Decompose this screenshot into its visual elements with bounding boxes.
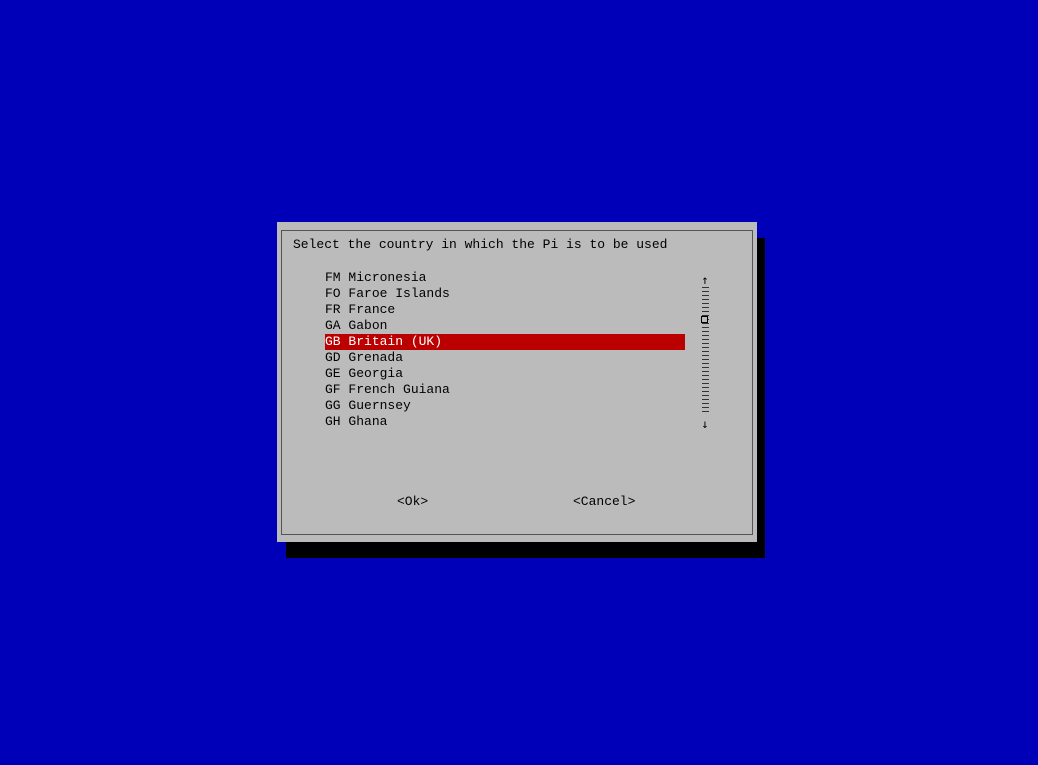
- menu-item[interactable]: FM Micronesia: [325, 270, 685, 286]
- scroll-thumb[interactable]: [701, 316, 708, 323]
- scroll-down-arrow-icon[interactable]: ↓: [699, 416, 711, 432]
- country-name: Georgia: [348, 366, 404, 381]
- scroll-track[interactable]: [702, 287, 709, 413]
- menu-item[interactable]: FO Faroe Islands: [325, 286, 685, 302]
- country-name: Britain (UK): [348, 334, 443, 349]
- country-name: Grenada: [348, 350, 404, 365]
- menu-item[interactable]: GH Ghana: [325, 414, 685, 430]
- country-name: French Guiana: [348, 382, 450, 397]
- country-code: GH: [325, 414, 341, 429]
- dialog-prompt: Select the country in which the Pi is to…: [293, 237, 668, 252]
- country-name: Faroe Islands: [348, 286, 450, 301]
- country-code: FM: [325, 270, 341, 285]
- country-code: GD: [325, 350, 341, 365]
- menu-item[interactable]: FR France: [325, 302, 685, 318]
- country-name: Guernsey: [348, 398, 411, 413]
- menu-item[interactable]: GD Grenada: [325, 350, 685, 366]
- country-code: FO: [325, 286, 341, 301]
- country-name: Micronesia: [348, 270, 427, 285]
- menu-item[interactable]: GA Gabon: [325, 318, 685, 334]
- country-name: Ghana: [348, 414, 388, 429]
- country-code: GG: [325, 398, 341, 413]
- country-code: GA: [325, 318, 341, 333]
- country-code: FR: [325, 302, 341, 317]
- cancel-button[interactable]: <Cancel>: [573, 494, 635, 510]
- scroll-up-arrow-icon[interactable]: ↑: [699, 272, 711, 288]
- country-code: GB: [325, 334, 341, 349]
- country-code: GE: [325, 366, 341, 381]
- menu-item[interactable]: GE Georgia: [325, 366, 685, 382]
- country-name: Gabon: [348, 318, 388, 333]
- country-code: GF: [325, 382, 341, 397]
- menu-scrollbar[interactable]: ↑ ↓: [699, 270, 711, 432]
- menu-item-selected[interactable]: GB Britain (UK): [325, 334, 685, 350]
- country-menu: FM Micronesia FO Faroe Islands FR France…: [325, 270, 685, 430]
- country-dialog: Select the country in which the Pi is to…: [277, 222, 757, 542]
- ok-button[interactable]: <Ok>: [397, 494, 428, 510]
- menu-item[interactable]: GF French Guiana: [325, 382, 685, 398]
- country-name: France: [348, 302, 396, 317]
- menu-item[interactable]: GG Guernsey: [325, 398, 685, 414]
